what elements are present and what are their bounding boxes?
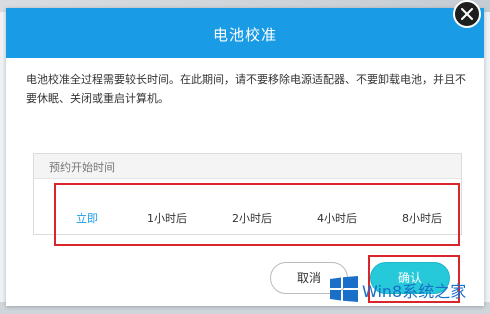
close-icon: [461, 8, 473, 20]
windows-logo-icon: [330, 276, 358, 302]
close-button[interactable]: [453, 0, 481, 28]
dialog-titlebar: 电池校准: [6, 8, 484, 58]
options-highlight-box: [54, 183, 460, 246]
dialog-title: 电池校准: [212, 26, 277, 44]
schedule-start-label: 预约开始时间: [49, 161, 115, 174]
calibration-message: 电池校准全过程需要较长时间。在此期间，请不要移除电源适配器、不要卸载电池，并且不…: [26, 73, 466, 105]
watermark: Win8系统之家: [330, 272, 490, 308]
watermark-text: Win8系统之家: [362, 282, 467, 301]
schedule-panel-header: 预约开始时间: [34, 154, 461, 179]
